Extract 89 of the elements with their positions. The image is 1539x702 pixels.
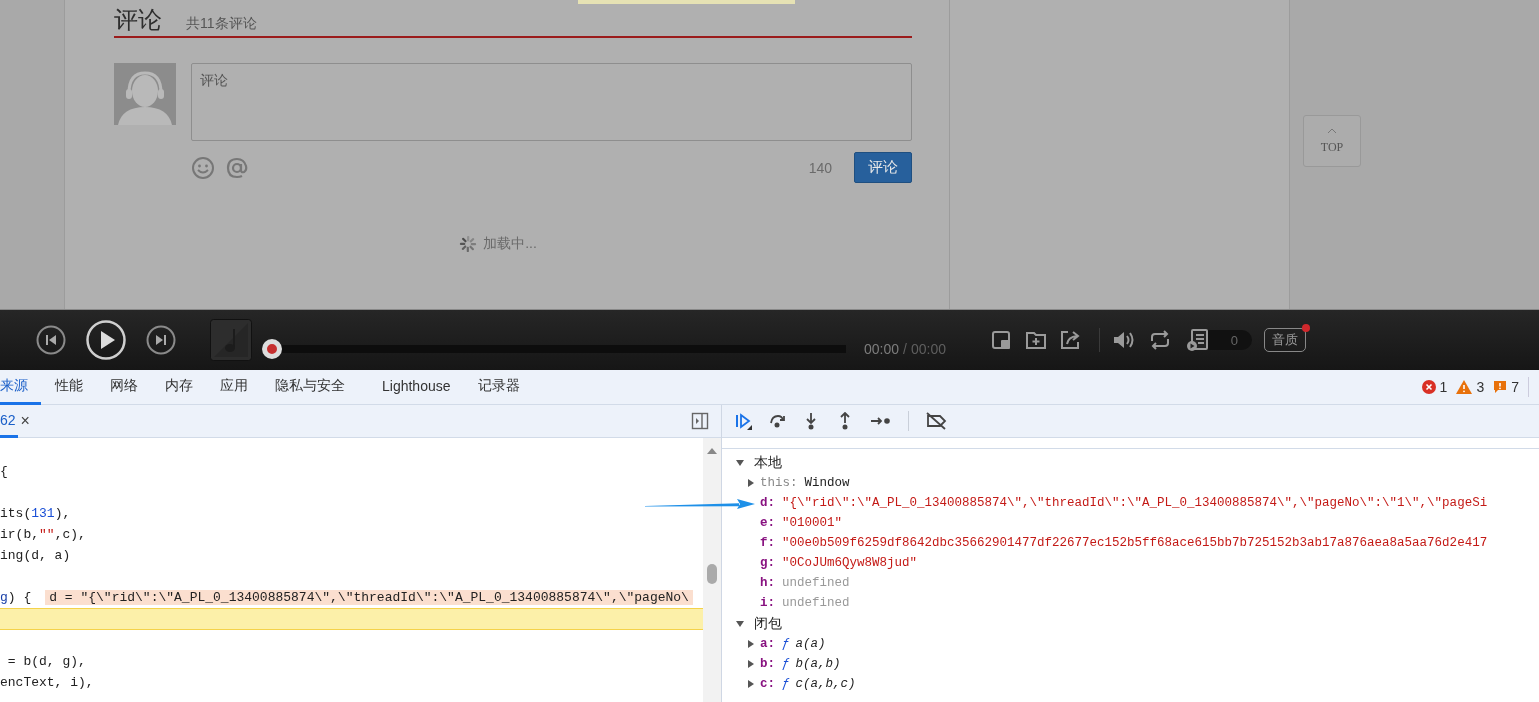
expand-arrow-icon[interactable] <box>736 459 744 466</box>
char-counter: 140 <box>808 159 832 176</box>
step-over-icon[interactable] <box>768 412 786 430</box>
code-string: "" <box>39 527 55 542</box>
section-title: 评论 <box>114 5 162 35</box>
issue-count: 7 <box>1511 379 1519 395</box>
code-number: 131 <box>31 506 55 521</box>
issue-icon[interactable] <box>1493 380 1508 394</box>
window-icon[interactable] <box>991 329 1013 351</box>
error-icon[interactable] <box>1421 380 1436 394</box>
code-text: ) { <box>7 590 32 605</box>
issue-count: 3 <box>1476 379 1485 395</box>
function-marker: ƒ <box>782 677 790 691</box>
variable-name: b: <box>760 657 775 671</box>
warning-icon[interactable] <box>1456 380 1473 394</box>
panel-tab[interactable]: 应用 <box>207 369 261 405</box>
variable-value: undefined <box>782 596 850 610</box>
submit-button[interactable]: 评论 <box>854 152 912 183</box>
deactivate-breakpoints-icon[interactable] <box>925 412 947 430</box>
variable-name: d: <box>760 496 775 510</box>
scroll-up-icon[interactable] <box>707 448 717 454</box>
variable-value: "0CoJUm6Qyw8W8jud" <box>782 556 918 570</box>
expand-arrow-icon[interactable] <box>748 640 754 648</box>
variable-name: e: <box>760 516 775 530</box>
code-text: its( <box>0 506 32 521</box>
total-time: 00:00 <box>910 341 946 357</box>
scrollbar[interactable] <box>703 438 721 702</box>
variable-name: this: <box>760 476 798 490</box>
avatar-icon <box>114 63 176 125</box>
code-text: ir(b, <box>0 527 39 542</box>
playlist-icon[interactable] <box>1186 328 1210 352</box>
close-button[interactable]: × <box>17 404 38 438</box>
inline-value: d = "{\"rid\":\"A_PL_0_13400885874\",\"threadId\":\"A_PL_0_13400885874\",\"pageNo\ <box>45 590 693 605</box>
scope-heading[interactable]: 本地 <box>754 453 782 472</box>
issue-count: 1 <box>1439 379 1448 395</box>
play-icon[interactable] <box>86 320 126 360</box>
code-text: ), <box>54 506 71 521</box>
panel-tab[interactable]: 网络 <box>97 369 151 405</box>
variable-name: h: <box>760 576 775 590</box>
sidebar-toggle-icon[interactable] <box>691 412 709 430</box>
variable-name: i: <box>760 596 775 610</box>
function-marker: ƒ <box>782 637 790 651</box>
spinner-icon <box>459 235 478 253</box>
variable-value: b(a,b) <box>795 657 841 671</box>
variable-value: a(a) <box>795 637 826 651</box>
time-separator: / <box>903 341 907 357</box>
variable-value: undefined <box>782 576 850 590</box>
loop-icon[interactable] <box>1148 329 1172 351</box>
comment-count: 共11条评论 <box>186 15 257 33</box>
scope-heading[interactable]: 闭包 <box>754 614 782 633</box>
panel-tab[interactable]: 性能 <box>42 369 96 405</box>
caret-icon <box>1327 127 1337 134</box>
code-text: g <box>0 590 8 605</box>
code-text: encText, i), <box>0 675 94 690</box>
variable-value: "{\"rid\":\"A_PL_0_13400885874\",\"threadId\":\"A_PL_0_13400885874\",\"pageNo\":\"1\",\"pageSi <box>782 496 1488 510</box>
expand-arrow-icon[interactable] <box>748 660 754 668</box>
progress-thumb[interactable] <box>262 339 282 359</box>
current-time: 00:00 <box>864 341 900 357</box>
next-icon[interactable] <box>146 325 176 355</box>
variable-value: "00e0b509f6259df8642dbc35662901477df22677ec152b5ff68ace615bb7b725152b3ab17a876aea8a5aa76d2e417 <box>782 536 1488 550</box>
code-text: ,c), <box>54 527 86 542</box>
panel-tab[interactable]: 隐私与安全 <box>262 369 358 405</box>
panel-tab[interactable]: 记录器 <box>464 369 533 405</box>
code-text: = b(d, g), <box>6 654 86 669</box>
scroll-thumb[interactable] <box>707 564 717 584</box>
variable-value: c(a,b,c) <box>795 677 856 691</box>
variable-value: Window <box>804 476 850 490</box>
share-icon[interactable] <box>1059 329 1081 351</box>
code-text: { <box>0 464 8 479</box>
resume-icon[interactable] <box>734 412 752 430</box>
expand-arrow-icon[interactable] <box>748 680 754 688</box>
variable-name: a: <box>760 637 775 651</box>
expand-arrow-icon[interactable] <box>748 479 754 487</box>
volume-icon[interactable] <box>1112 329 1136 351</box>
variable-value: "010001" <box>782 516 843 530</box>
loading-text: 加载中... <box>483 235 537 253</box>
code-text: ing(d, a) <box>0 548 71 563</box>
function-marker: ƒ <box>782 657 790 671</box>
add-folder-icon[interactable] <box>1025 329 1047 351</box>
panel-tab[interactable]: Lighthouse <box>369 369 464 405</box>
variable-name: f: <box>760 536 775 550</box>
file-tab[interactable]: 62 <box>0 404 18 438</box>
previous-icon[interactable] <box>36 325 66 355</box>
panel-tab[interactable]: 内存 <box>152 369 206 405</box>
album-cover-icon <box>210 319 252 361</box>
variable-name: g: <box>760 556 775 570</box>
expand-arrow-icon[interactable] <box>736 620 744 627</box>
comment-field[interactable]: 评论 <box>191 63 912 141</box>
variable-name: c: <box>760 677 775 691</box>
